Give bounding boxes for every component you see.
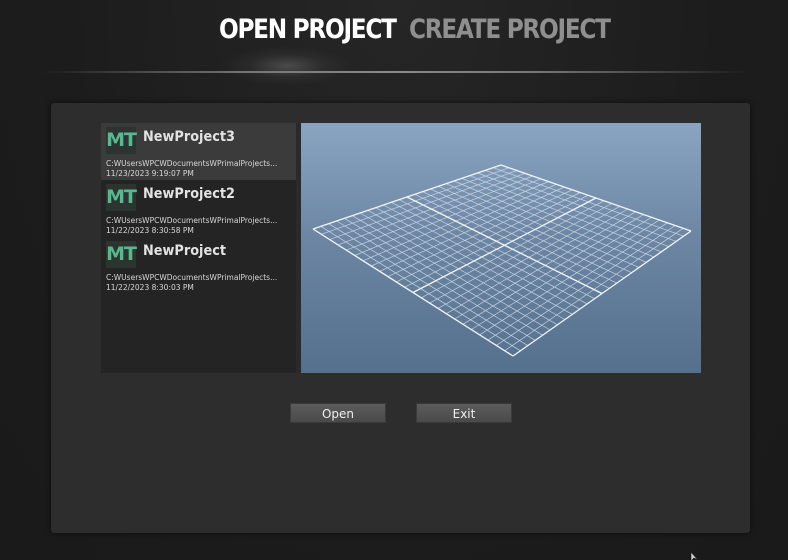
project-list-item[interactable]: MT NewProject2 C:WUsersWPCWDocumentsWPri… [101, 180, 296, 237]
header-divider [40, 71, 750, 73]
project-list-item[interactable]: MT NewProject C:WUsersWPCWDocumentsWPrim… [101, 237, 296, 294]
project-list[interactable]: MT NewProject3 C:WUsersWPCWDocumentsWPri… [101, 123, 296, 373]
project-name: NewProject [143, 243, 227, 259]
project-app-icon: MT [106, 184, 137, 211]
project-name: NewProject2 [143, 186, 235, 202]
project-app-icon: MT [106, 241, 137, 268]
project-list-item[interactable]: MT NewProject3 C:WUsersWPCWDocumentsWPri… [101, 123, 296, 180]
project-name: NewProject3 [143, 129, 235, 145]
project-date: 11/22/2023 8:30:58 PM [106, 226, 194, 235]
mouse-cursor-icon [691, 552, 699, 560]
project-browser-window: OPEN PROJECT CREATE PROJECT MT NewProjec… [0, 0, 788, 560]
project-preview-viewport [301, 123, 701, 373]
open-button[interactable]: Open [290, 403, 386, 423]
tab-bar: OPEN PROJECT CREATE PROJECT [0, 14, 788, 54]
open-project-panel: MT NewProject3 C:WUsersWPCWDocumentsWPri… [51, 103, 750, 533]
project-date: 11/23/2023 9:19:07 PM [106, 169, 194, 178]
grid-plane-icon [312, 164, 692, 357]
exit-button[interactable]: Exit [416, 403, 512, 423]
tab-open-project[interactable]: OPEN PROJECT [219, 14, 397, 45]
project-path: C:WUsersWPCWDocumentsWPrimalProjects... [106, 273, 278, 282]
project-date: 11/22/2023 8:30:03 PM [106, 283, 194, 292]
project-app-icon: MT [106, 127, 137, 154]
project-path: C:WUsersWPCWDocumentsWPrimalProjects... [106, 216, 278, 225]
project-path: C:WUsersWPCWDocumentsWPrimalProjects... [106, 159, 278, 168]
tab-create-project[interactable]: CREATE PROJECT [409, 14, 611, 45]
